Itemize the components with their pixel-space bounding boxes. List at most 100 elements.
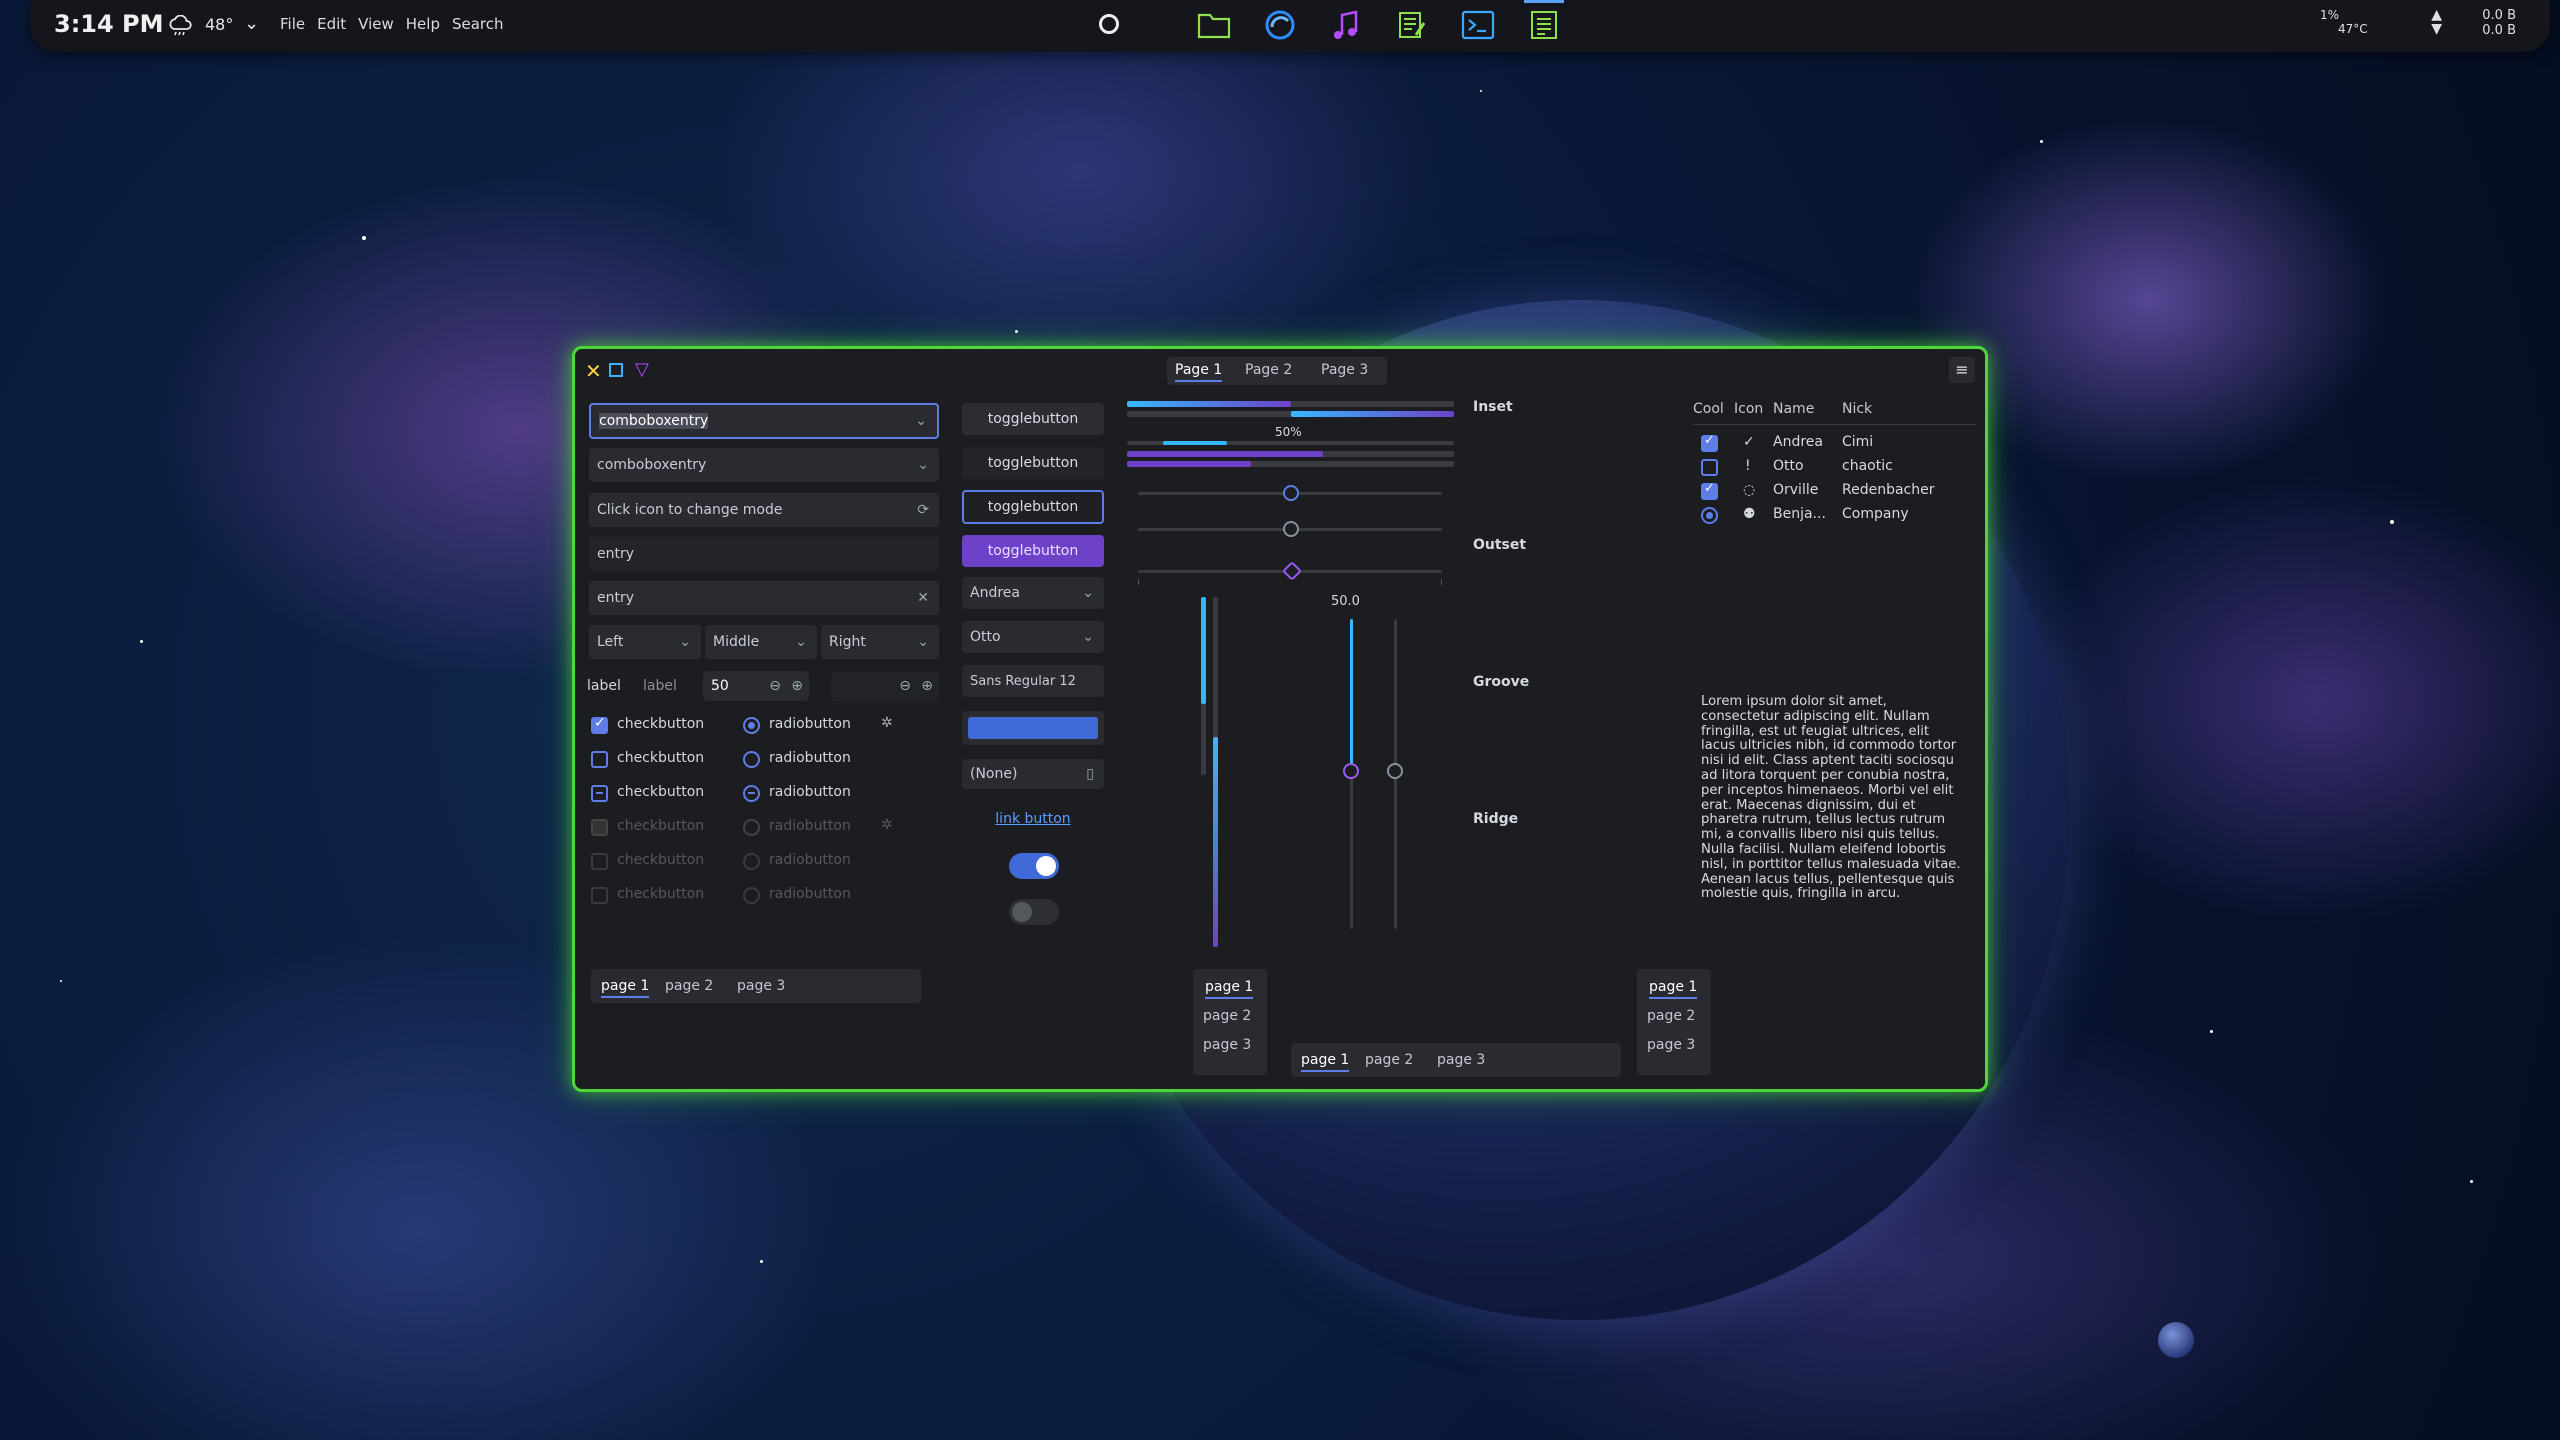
tab-page-3[interactable]: page 3 [737,978,785,994]
dock-music[interactable] [1322,0,1370,50]
table-row[interactable]: ⚉ Benja... Company [1693,503,1977,527]
menu-view[interactable]: View [358,15,394,33]
chevron-down-icon[interactable]: ⌄ [917,457,929,473]
toggle-button-active[interactable]: togglebutton [962,535,1104,567]
tab-page-2[interactable]: page 2 [1365,1052,1413,1068]
combo-entry[interactable]: comboboxentry ⌄ [589,448,939,482]
radio-label: radiobutton [769,852,851,868]
menu-search[interactable]: Search [452,15,504,33]
hamburger-menu-icon[interactable]: ≡ [1949,357,1975,383]
entry-field[interactable]: entry [589,537,939,571]
tab-page-1[interactable]: page 1 [1301,1052,1350,1072]
row-checkbox[interactable]: ✓ [1701,481,1718,500]
chevron-down-icon[interactable]: ⌄ [244,13,259,34]
col-icon[interactable]: Icon [1734,401,1763,417]
tab-page-2[interactable]: page 2 [1203,1008,1251,1024]
dock-tasks[interactable] [1520,0,1568,50]
combo-entry-focused[interactable]: comboboxentry ⌄ [589,403,939,439]
clear-icon[interactable]: ✕ [917,590,929,606]
checkbox-checked[interactable]: ✓ [591,715,608,734]
table-row[interactable]: ✓ ◌ Orville Redenbacher [1693,479,1977,503]
row-checkbox[interactable]: ✓ [1701,433,1718,452]
menu-edit[interactable]: Edit [317,15,346,33]
tab-page-1[interactable]: page 1 [1649,979,1698,999]
dock-files[interactable] [1190,0,1238,50]
tab-page-3[interactable]: page 3 [1647,1037,1695,1053]
refresh-icon[interactable]: ⟳ [917,502,929,518]
clearable-entry[interactable]: entry ✕ [589,581,939,615]
minimize-icon[interactable]: ▽ [635,359,649,380]
link-button[interactable]: link button [962,811,1104,827]
radio-label: radiobutton [769,886,851,902]
h-scale-2-knob[interactable] [1283,521,1299,537]
table-row[interactable]: ✓ ✓ Andrea Cimi [1693,431,1977,455]
combo-andrea[interactable]: Andrea ⌄ [962,577,1104,609]
maximize-icon[interactable] [609,363,623,377]
row-icon: ⚉ [1743,506,1756,522]
col-name[interactable]: Name [1773,401,1814,417]
tab-page-2[interactable]: Page 2 [1245,362,1292,378]
checkbox-inconsistent[interactable] [591,785,608,802]
tab-page-3[interactable]: page 3 [1203,1037,1251,1053]
dock-terminal[interactable] [1454,0,1502,50]
tab-page-1[interactable]: page 1 [601,978,650,998]
row-name: Orville [1773,482,1819,498]
v-scale-1-knob[interactable] [1343,763,1359,779]
radio-checked[interactable] [743,717,760,734]
h-scale-3-knob[interactable] [1282,561,1302,581]
activities-circle-icon[interactable] [1099,14,1119,34]
row-radio[interactable] [1701,507,1718,524]
radio-label: radiobutton [769,784,851,800]
network-indicator[interactable]: 0.0 B 0.0 B [2426,8,2516,38]
dock-notes[interactable] [1388,0,1436,50]
weather-temp[interactable]: 48° [205,15,233,34]
combo-otto[interactable]: Otto ⌄ [962,621,1104,653]
combo-middle[interactable]: Middle ⌄ [705,625,817,659]
frame-inset-label: Inset [1473,399,1513,415]
switch-off[interactable] [1009,899,1059,925]
tab-page-2[interactable]: page 2 [665,978,713,994]
radio-inconsistent[interactable] [743,785,760,802]
menu-file[interactable]: File [280,15,305,33]
spin-button[interactable]: 50 ⊖ ⊕ [703,671,809,701]
col-cool[interactable]: Cool [1693,401,1724,417]
minus-icon[interactable]: ⊖ [769,678,781,694]
mode-entry[interactable]: Click icon to change mode ⟳ [589,493,939,527]
minus-icon: ⊖ [899,678,911,694]
row-checkbox[interactable] [1701,459,1718,476]
chevron-down-icon[interactable]: ⌄ [915,413,927,429]
tab-page-1[interactable]: page 1 [1205,979,1254,999]
table-row[interactable]: ! Otto chaotic [1693,455,1977,479]
tab-page-1[interactable]: Page 1 [1175,362,1223,382]
combo-andrea-text: Andrea [970,585,1020,601]
checkbox-unchecked[interactable] [591,751,608,768]
text-view[interactable]: Lorem ipsum dolor sit amet, consectetur … [1701,695,1966,933]
switch-on[interactable] [1009,853,1059,879]
terminal-icon [1461,10,1495,40]
color-button[interactable] [962,711,1104,745]
combo-left[interactable]: Left ⌄ [589,625,701,659]
v-scale-2-knob[interactable] [1387,763,1403,779]
toggle-button-focused[interactable]: togglebutton [962,490,1104,524]
combo-right[interactable]: Right ⌄ [821,625,939,659]
chevron-down-icon: ⌄ [917,634,929,650]
toggle-button[interactable]: togglebutton [962,403,1104,435]
font-button[interactable]: Sans Regular 12 [962,665,1104,697]
row-nick: chaotic [1842,458,1893,474]
radio-unchecked[interactable] [743,751,760,768]
toggle-button[interactable]: togglebutton [962,447,1104,479]
tab-page-2[interactable]: page 2 [1647,1008,1695,1024]
tab-page-3[interactable]: Page 3 [1321,362,1368,378]
combo-left-text: Left [597,634,624,650]
dock-browser[interactable] [1256,0,1304,50]
menu-help[interactable]: Help [406,15,440,33]
close-icon[interactable]: ✕ [585,359,602,383]
file-chooser-button[interactable]: (None) ▯ [962,759,1104,789]
tab-page-3[interactable]: page 3 [1437,1052,1485,1068]
h-scale-1-knob[interactable] [1283,485,1299,501]
cpu-indicator[interactable]: 1% 47°C [2320,8,2400,36]
plus-icon[interactable]: ⊕ [791,678,803,694]
col-nick[interactable]: Nick [1842,401,1872,417]
chevron-down-icon: ⌄ [679,634,691,650]
clock[interactable]: 3:14 PM [54,10,164,38]
